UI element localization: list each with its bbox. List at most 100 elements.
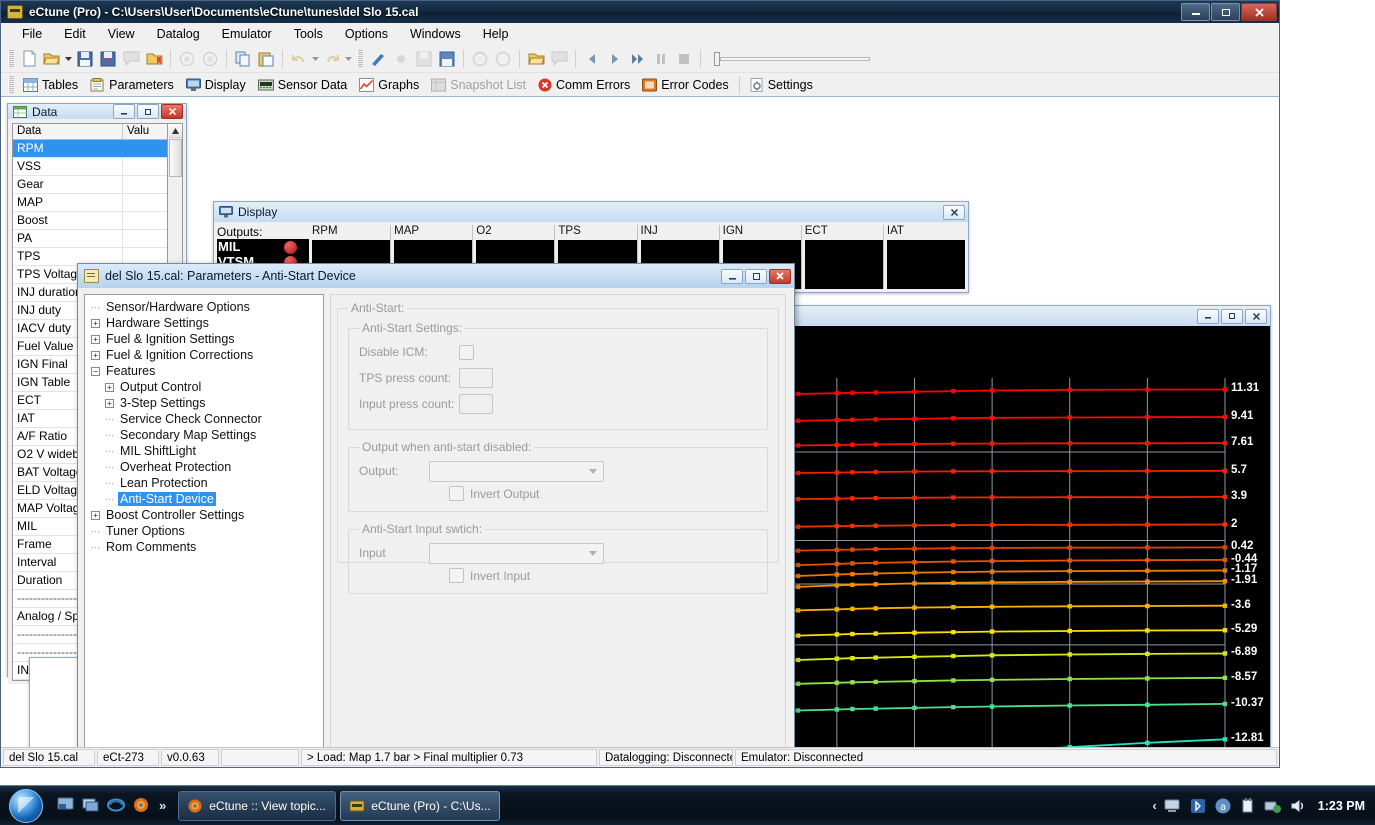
tree-node-rom-comments[interactable]: ··· Rom Comments	[87, 539, 321, 555]
data-row[interactable]: Boost	[13, 212, 167, 230]
save-log-icon[interactable]	[413, 48, 435, 70]
tree-node-hardware-settings[interactable]: + Hardware Settings	[87, 315, 321, 331]
data-row[interactable]: RPM	[13, 140, 167, 158]
undo-icon[interactable]	[288, 48, 310, 70]
open-file-icon[interactable]	[41, 48, 63, 70]
tree-node-service-check-connector[interactable]: ··· Service Check Connector	[87, 411, 321, 427]
taskbar-clock[interactable]: 1:23 PM	[1314, 799, 1365, 813]
scroll-up-icon[interactable]	[168, 124, 182, 138]
tables-button[interactable]: Tables	[17, 76, 84, 94]
close-log-icon[interactable]	[548, 48, 570, 70]
navigation-toolbar-grip[interactable]	[8, 75, 14, 94]
record-icon[interactable]	[390, 48, 412, 70]
toolbar-grip-2[interactable]	[357, 49, 363, 68]
usb-eject-icon[interactable]	[1239, 797, 1257, 815]
switch-window-icon[interactable]	[81, 796, 101, 816]
invert-output-checkbox[interactable]	[449, 486, 464, 501]
engine-read-icon[interactable]	[176, 48, 198, 70]
comm-errors-button[interactable]: Comm Errors	[532, 76, 636, 94]
taskbar-button-firefox[interactable]: eCtune :: View topic...	[178, 790, 337, 821]
menu-file[interactable]: File	[11, 24, 53, 44]
datalog-start-icon[interactable]	[469, 48, 491, 70]
tree-node-secondary-map-settings[interactable]: ··· Secondary Map Settings	[87, 427, 321, 443]
display-button[interactable]: Display	[180, 76, 252, 94]
parameters-button[interactable]: Parameters	[84, 76, 180, 94]
comment-icon[interactable]	[120, 48, 142, 70]
column-header-data[interactable]: Data	[13, 124, 123, 139]
show-desktop-icon[interactable]	[56, 796, 76, 816]
tree-node-anti-start-device[interactable]: ··· Anti-Start Device	[87, 491, 321, 507]
minimize-button[interactable]	[1181, 3, 1210, 21]
undo-dropdown-caret-icon[interactable]	[311, 48, 320, 70]
data-row[interactable]: PA	[13, 230, 167, 248]
parameters-maximize-button[interactable]	[745, 268, 767, 284]
menu-datalog[interactable]: Datalog	[146, 24, 211, 44]
engine-write-icon[interactable]	[199, 48, 221, 70]
next-frame-icon[interactable]	[604, 48, 626, 70]
parameters-tree[interactable]: ··· Sensor/Hardware Options + Hardware Sett…	[84, 294, 324, 747]
tree-node-boost-controller-settings[interactable]: + Boost Controller Settings	[87, 507, 321, 523]
sensor-data-button[interactable]: Sensor Data	[252, 76, 353, 94]
graphs-button[interactable]: Graphs	[353, 76, 425, 94]
new-file-icon[interactable]	[18, 48, 40, 70]
tree-node-sensor-hardware-options[interactable]: ··· Sensor/Hardware Options	[87, 299, 321, 315]
playback-slider[interactable]	[712, 51, 870, 66]
menu-emulator[interactable]: Emulator	[211, 24, 283, 44]
start-button[interactable]	[2, 788, 50, 824]
collapse-icon[interactable]: −	[91, 366, 100, 376]
graph-minimize-button[interactable]	[1197, 308, 1219, 324]
redo-dropdown-caret-icon[interactable]	[344, 48, 353, 70]
tree-node-fuel-ignition-settings[interactable]: + Fuel & Ignition Settings	[87, 331, 321, 347]
input-select[interactable]	[429, 542, 604, 564]
prev-frame-icon[interactable]	[581, 48, 603, 70]
connect-icon[interactable]	[367, 48, 389, 70]
invert-input-checkbox[interactable]	[449, 568, 464, 583]
parameters-minimize-button[interactable]	[721, 268, 743, 284]
stop-icon[interactable]	[673, 48, 695, 70]
display-close-button[interactable]	[943, 204, 965, 220]
data-row[interactable]: Gear	[13, 176, 167, 194]
menu-options[interactable]: Options	[334, 24, 399, 44]
menu-view[interactable]: View	[97, 24, 146, 44]
settings-button[interactable]: Settings	[744, 76, 819, 94]
menu-tools[interactable]: Tools	[283, 24, 334, 44]
close-button[interactable]	[1241, 3, 1277, 21]
toolbar-grip[interactable]	[8, 49, 14, 68]
fast-forward-icon[interactable]	[627, 48, 649, 70]
volume-icon[interactable]	[1289, 797, 1307, 815]
tree-node-tuner-options[interactable]: ··· Tuner Options	[87, 523, 321, 539]
bookmark-folder-icon[interactable]	[143, 48, 165, 70]
internet-explorer-icon[interactable]	[106, 796, 126, 816]
tps-press-count-input[interactable]	[459, 368, 493, 388]
quick-launch-overflow[interactable]: »	[159, 798, 166, 813]
tree-node-mil-shiftlight[interactable]: ··· MIL ShiftLight	[87, 443, 321, 459]
open-dropdown-caret-icon[interactable]	[64, 48, 73, 70]
menu-edit[interactable]: Edit	[53, 24, 97, 44]
output-select[interactable]	[429, 460, 604, 482]
taskbar-button-ectune[interactable]: eCtune (Pro) - C:\Us...	[340, 790, 500, 821]
expand-icon[interactable]: +	[105, 398, 114, 408]
data-row[interactable]: MAP	[13, 194, 167, 212]
copy-icon[interactable]	[232, 48, 254, 70]
expand-icon[interactable]: +	[91, 318, 100, 328]
network-icon[interactable]	[1264, 797, 1282, 815]
datalog-stop-icon[interactable]	[492, 48, 514, 70]
tree-node-overheat-protection[interactable]: ··· Overheat Protection	[87, 459, 321, 475]
restore-button[interactable]	[1211, 3, 1240, 21]
disable-icm-checkbox[interactable]	[459, 344, 474, 360]
tree-node-lean-protection[interactable]: ··· Lean Protection	[87, 475, 321, 491]
open-log-icon[interactable]	[525, 48, 547, 70]
expand-icon[interactable]: +	[91, 350, 100, 360]
save-snapshot-icon[interactable]	[436, 48, 458, 70]
column-header-value[interactable]: Valu	[123, 124, 167, 139]
data-close-button[interactable]	[161, 104, 183, 119]
graph-maximize-button[interactable]	[1221, 308, 1243, 324]
tree-node-features[interactable]: − Features	[87, 363, 321, 379]
tree-node-fuel-ignition-corrections[interactable]: + Fuel & Ignition Corrections	[87, 347, 321, 363]
expand-icon[interactable]: +	[91, 510, 100, 520]
redo-icon[interactable]	[321, 48, 343, 70]
firefox-icon[interactable]	[131, 796, 151, 816]
expand-icon[interactable]: +	[91, 334, 100, 344]
tree-node-3-step-settings[interactable]: +3-Step Settings	[87, 395, 321, 411]
show-hidden-icons-chevron[interactable]: ‹	[1152, 798, 1156, 813]
